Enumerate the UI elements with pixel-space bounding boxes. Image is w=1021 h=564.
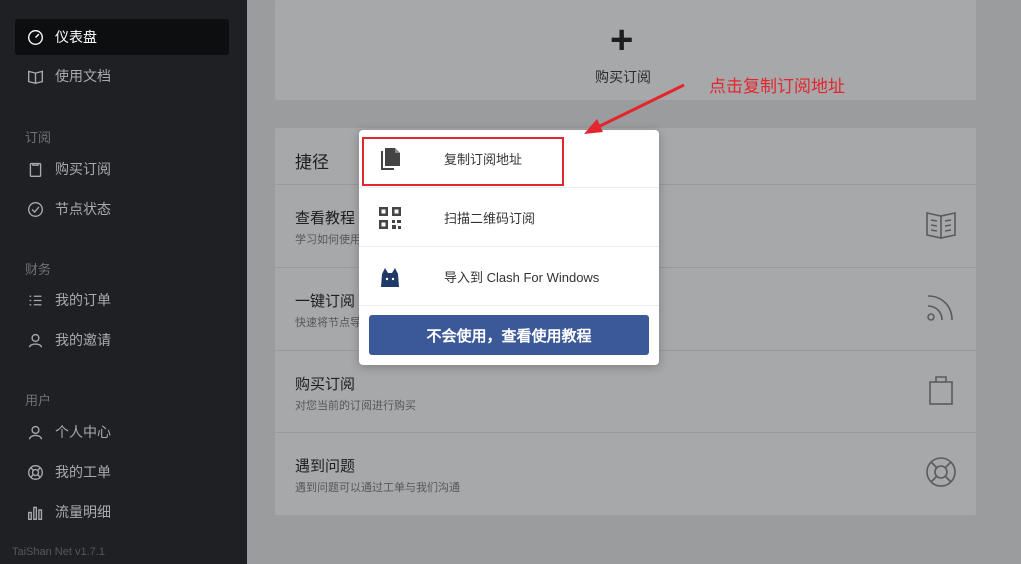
shortcut-title: 遇到问题 — [295, 458, 356, 475]
sidebar-item-traffic[interactable]: 流量明细 — [15, 494, 229, 530]
qrcode-icon — [377, 205, 403, 231]
shortcut-desc: 对您当前的订阅进行购买 — [295, 400, 416, 412]
highlight-box — [362, 137, 564, 186]
plus-icon: + — [610, 18, 634, 62]
sidebar-item-label: 仪表盘 — [55, 29, 97, 45]
sidebar-item-buy[interactable]: 购买订阅 — [15, 151, 229, 187]
bar-chart-icon — [26, 503, 44, 521]
shortcut-desc: 遇到问题可以通过工单与我们沟通 — [295, 482, 460, 494]
sidebar-item-node-status[interactable]: 节点状态 — [15, 191, 229, 227]
sidebar-item-tickets[interactable]: 我的工单 — [15, 454, 229, 490]
shortcut-row-help[interactable]: 遇到问题 遇到问题可以通过工单与我们沟通 — [275, 432, 976, 515]
shortcut-desc: 学习如何使用 — [295, 234, 361, 246]
shortcut-title: 查看教程 — [295, 210, 356, 227]
section-label-user: 用户 — [25, 393, 52, 408]
book-icon — [26, 67, 44, 85]
shortcut-title: 购买订阅 — [295, 376, 356, 393]
sidebar-item-label: 个人中心 — [55, 424, 111, 440]
import-clash-item[interactable]: 导入到 Clash For Windows — [359, 248, 659, 306]
shortcuts-title: 捷径 — [295, 153, 329, 172]
sidebar-item-label: 节点状态 — [55, 201, 111, 217]
sidebar-item-label: 我的工单 — [55, 464, 111, 480]
shortcut-title: 一键订阅 — [295, 293, 356, 310]
check-circle-icon — [26, 200, 44, 218]
view-tutorial-button[interactable]: 不会使用，查看使用教程 — [369, 315, 649, 355]
clash-cat-icon — [377, 265, 403, 291]
lifebuoy-icon — [26, 463, 44, 481]
sidebar-item-label: 我的邀请 — [55, 332, 111, 348]
list-icon — [26, 291, 44, 309]
sidebar-item-dashboard[interactable]: 仪表盘 — [15, 19, 229, 55]
section-label-subscribe: 订阅 — [25, 130, 52, 145]
user-icon — [26, 423, 44, 441]
sidebar: 仪表盘 使用文档 订阅 购买订阅 节点状态 财务 我的订单 我的邀请 用户 个人… — [0, 0, 247, 564]
buy-subscription-label: 购买订阅 — [595, 69, 651, 85]
sidebar-item-label: 流量明细 — [55, 504, 111, 520]
dashboard-icon — [26, 28, 44, 46]
clipboard-icon — [26, 160, 44, 178]
book-icon — [924, 207, 958, 241]
rss-icon — [924, 290, 958, 324]
sidebar-item-label: 使用文档 — [55, 68, 111, 84]
scan-qrcode-item[interactable]: 扫描二维码订阅 — [359, 189, 659, 247]
popup-item-label: 导入到 Clash For Windows — [444, 270, 600, 285]
sidebar-item-docs[interactable]: 使用文档 — [15, 58, 229, 94]
users-icon — [26, 331, 44, 349]
sidebar-item-label: 我的订单 — [55, 292, 111, 308]
bag-icon — [924, 373, 958, 407]
sidebar-item-profile[interactable]: 个人中心 — [15, 414, 229, 450]
section-label-finance: 财务 — [25, 262, 52, 277]
annotation-text: 点击复制订阅地址 — [709, 77, 845, 96]
sidebar-item-label: 购买订阅 — [55, 161, 111, 177]
shortcut-desc: 快速将节点导 — [295, 317, 361, 329]
sidebar-item-invites[interactable]: 我的邀请 — [15, 322, 229, 358]
lifebuoy-icon — [924, 455, 958, 489]
sidebar-item-orders[interactable]: 我的订单 — [15, 282, 229, 318]
popup-item-label: 扫描二维码订阅 — [444, 211, 536, 226]
version-label: TaiShan Net v1.7.1 — [12, 546, 105, 558]
